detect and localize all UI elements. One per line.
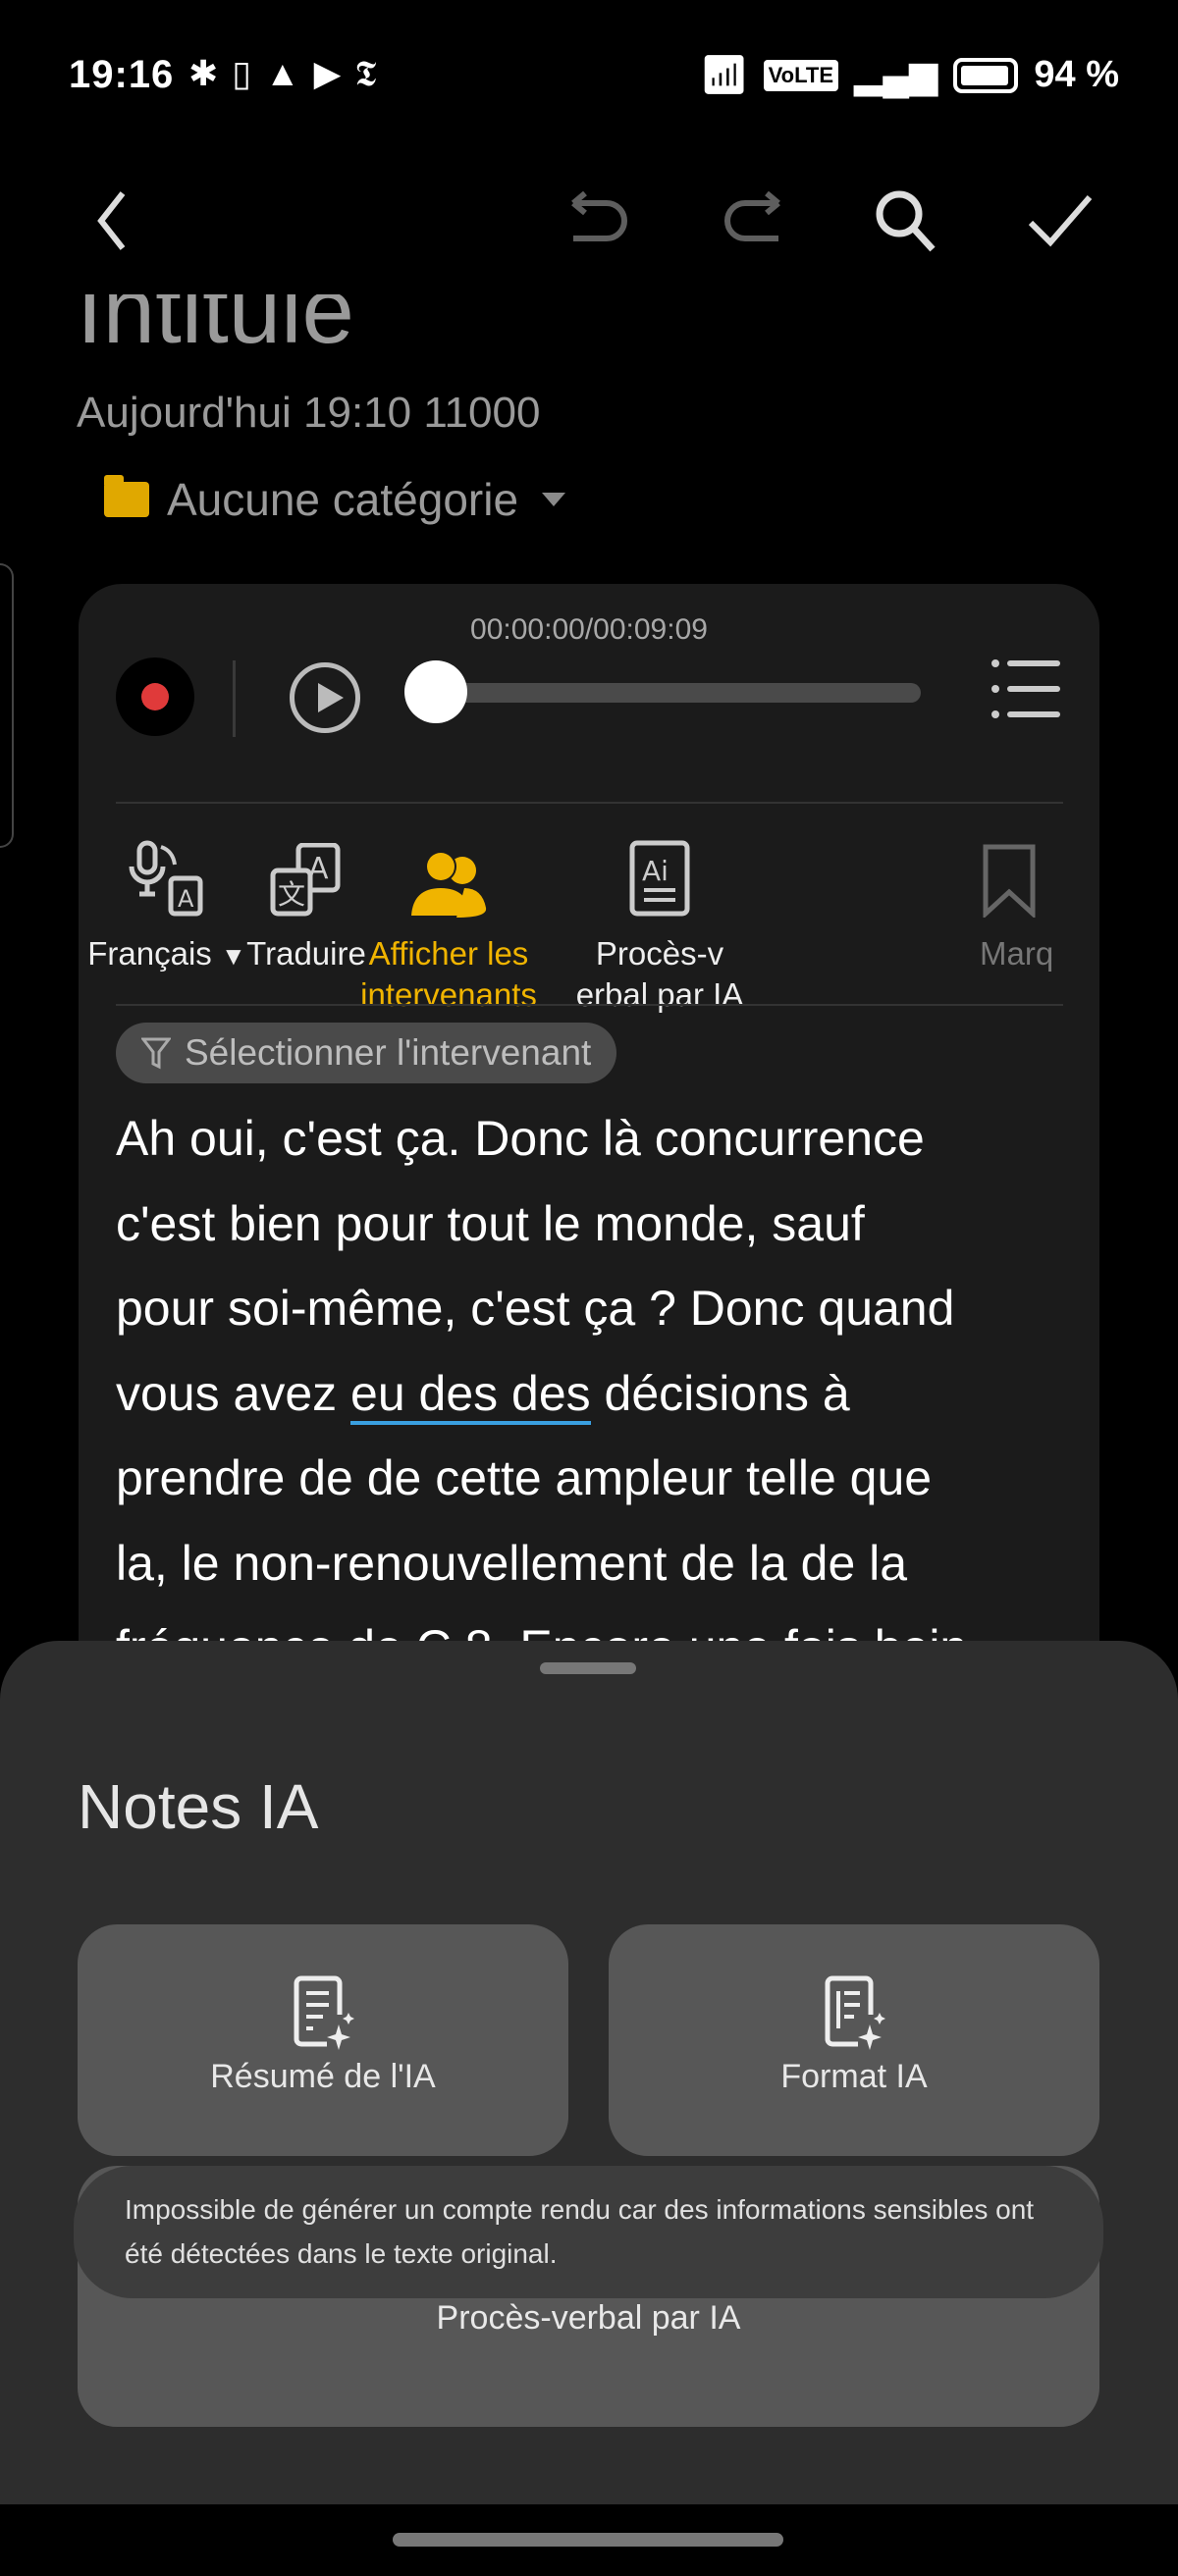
marks-list-button[interactable] (991, 659, 1060, 725)
status-time: 19:16 (69, 53, 175, 96)
battery-icon (953, 57, 1019, 93)
tool-show-speakers[interactable]: Afficher les intervenants (331, 829, 566, 1016)
transcript-line: la, le non-renouvellement de la de la (116, 1535, 908, 1591)
chevron-down-icon (542, 493, 566, 506)
bookmark-icon (983, 844, 1036, 918)
signal-icon: ▂▄▆ (854, 55, 938, 96)
back-icon (97, 191, 126, 250)
playback-slider[interactable] (412, 683, 921, 703)
text-span: décisions à (590, 1365, 850, 1421)
top-toolbar (0, 147, 1178, 294)
svg-text:A: A (178, 885, 194, 913)
wifi-icon: 📶︎ (700, 54, 748, 96)
volte-badge: VoLTE (763, 59, 838, 91)
transcript-line: Ah oui, c'est ça. Donc là concurrence (116, 1111, 925, 1166)
navigation-icon: ▲ (264, 53, 300, 93)
filter-icon (141, 1037, 171, 1070)
nytimes-icon: 𝕿 (354, 53, 377, 93)
highlighted-phrase[interactable]: eu des des (350, 1365, 591, 1425)
folder-icon (104, 475, 149, 517)
tool-ai-minutes-label: Procès-v erbal par IA (575, 935, 744, 1013)
play-icon (318, 683, 344, 712)
tool-bookmark-label: Marq (980, 935, 1054, 972)
speakers-icon (411, 851, 487, 918)
record-button[interactable] (116, 657, 194, 736)
save-check-button[interactable] (1017, 177, 1105, 265)
ai-format-label: Format IA (780, 2058, 928, 2095)
recording-card: 00:00:00/00:09:09 A Français ▼ A文 Tradui… (79, 584, 1099, 1761)
ai-summary-icon (294, 1975, 354, 2050)
youtube-icon: ▶ (313, 53, 342, 93)
divider (116, 1004, 1063, 1006)
slider-thumb[interactable] (404, 660, 467, 723)
status-icons-left: ✱ ▯ ▲ ▶ 𝕿 (188, 53, 376, 95)
error-toast: Impossible de générer un compte rendu ca… (74, 2166, 1103, 2298)
tool-show-speakers-label: Afficher les intervenants (360, 935, 537, 1013)
sheet-title: Notes IA (78, 1771, 319, 1842)
ai-document-icon: Ai (629, 840, 690, 917)
note-meta: Aujourd'hui 19:10 11000 (77, 389, 541, 437)
svg-text:Ai: Ai (642, 855, 669, 887)
transcript-line: vous avez eu des des décisions à (116, 1351, 967, 1437)
redo-button[interactable] (709, 177, 797, 265)
redo-icon (724, 191, 780, 241)
undo-button[interactable] (555, 177, 643, 265)
category-selector[interactable]: Aucune catégorie (104, 473, 566, 526)
transcript-line: pour soi-même, c'est ça ? Donc quand (116, 1281, 955, 1336)
search-button[interactable] (862, 177, 950, 265)
divider (233, 660, 236, 737)
divider (116, 802, 1063, 804)
back-button[interactable] (69, 177, 157, 265)
gesture-nav-bar[interactable] (393, 2533, 783, 2547)
status-icons-right: 📶︎ VoLTE ▂▄▆ 94 % (700, 53, 1119, 97)
status-bar: 19:16 ✱ ▯ ▲ ▶ 𝕿 📶︎ VoLTE ▂▄▆ 94 % (0, 0, 1178, 147)
svg-text:文: 文 (278, 878, 305, 911)
search-icon (876, 190, 936, 252)
transcript-line: c'est bien pour tout le monde, sauf (116, 1195, 865, 1251)
ai-minutes-label: Procès-verbal par IA (436, 2299, 741, 2337)
tool-ai-minutes[interactable]: Ai Procès-v erbal par IA (562, 829, 758, 1016)
ai-summary-button[interactable]: Résumé de l'IA (78, 1924, 568, 2156)
drag-handle[interactable] (540, 1662, 636, 1674)
vibrate-icon: ▯ (232, 53, 251, 93)
playback-time: 00:00:00/00:09:09 (470, 613, 708, 646)
bluetooth-icon: ✱ (188, 53, 219, 93)
tool-bookmark[interactable]: Marq (950, 829, 1099, 974)
category-label: Aucune catégorie (167, 474, 519, 525)
speech-language-icon: A (129, 840, 203, 917)
text-span: vous avez (116, 1365, 351, 1421)
battery-percent: 94 % (1034, 54, 1119, 95)
side-edge-handle[interactable] (0, 563, 14, 848)
play-button[interactable] (290, 662, 360, 733)
speaker-filter-chip[interactable]: Sélectionner l'intervenant (116, 1023, 617, 1083)
ai-summary-label: Résumé de l'IA (210, 2058, 436, 2095)
undo-icon (571, 191, 627, 241)
tool-language-label: Français (87, 935, 212, 972)
record-icon (141, 683, 169, 710)
check-icon (1028, 195, 1093, 247)
ai-format-button[interactable]: Format IA (609, 1924, 1099, 2156)
ai-notes-sheet: Notes IA Résumé de l'IA Format IA Procès… (0, 1641, 1178, 2504)
transcript-line: prendre de de cette ampleur telle que (116, 1450, 933, 1505)
ai-format-icon (825, 1975, 885, 2050)
speaker-filter-label: Sélectionner l'intervenant (185, 1032, 592, 1073)
transcript-text[interactable]: Ah oui, c'est ça. Donc là concurrence c'… (116, 1096, 967, 1691)
